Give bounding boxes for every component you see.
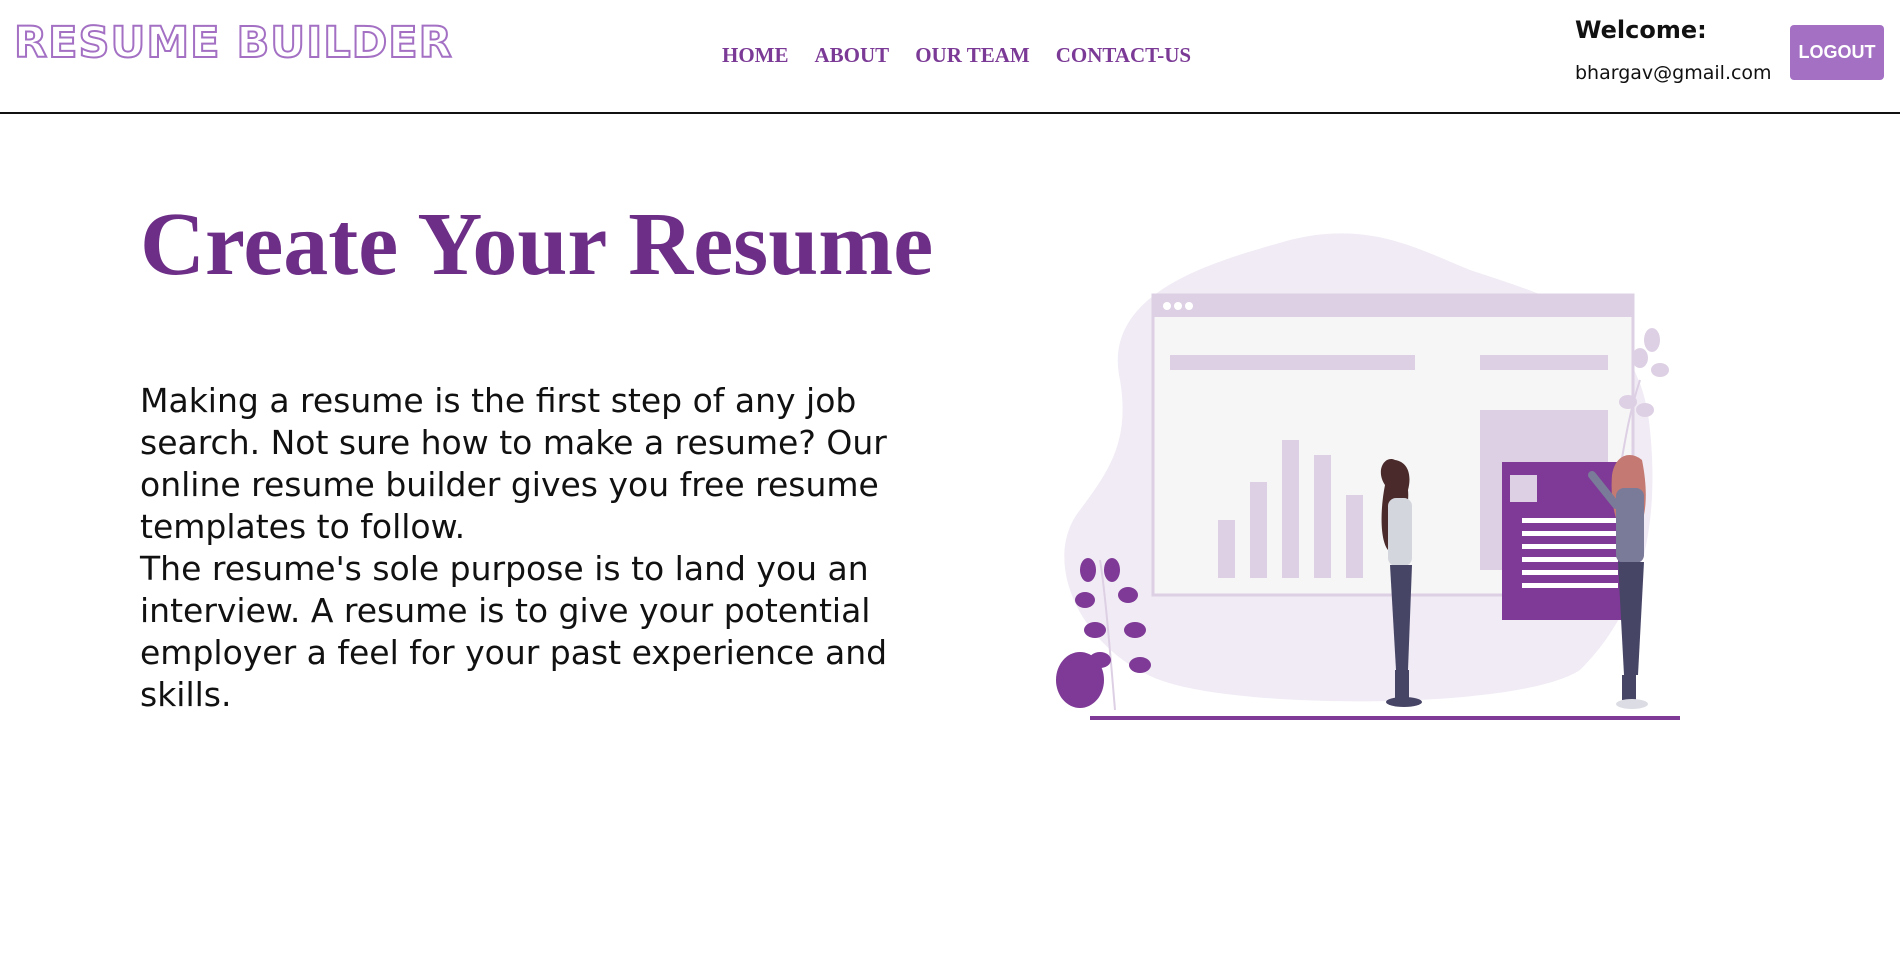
nav-contact-us-link[interactable]: CONTACT-US xyxy=(1056,43,1191,68)
nav-about-link[interactable]: ABOUT xyxy=(815,43,890,68)
resume-presentation-illustration xyxy=(1056,233,1680,720)
hero-description: Making a resume is the first step of any… xyxy=(140,380,900,716)
nav-home-link[interactable]: HOME xyxy=(722,43,789,68)
welcome-label: Welcome: xyxy=(1575,16,1707,44)
site-header: RESUME BUILDER HOME ABOUT OUR TEAM CONTA… xyxy=(0,0,1900,114)
hero-paragraph-2: The resume's sole purpose is to land you… xyxy=(140,549,888,714)
page: RESUME BUILDER HOME ABOUT OUR TEAM CONTA… xyxy=(0,0,1900,963)
logout-button[interactable]: LOGOUT xyxy=(1790,25,1884,80)
resume-document xyxy=(1502,462,1630,620)
hero-paragraph-1: Making a resume is the first step of any… xyxy=(140,381,887,546)
logo[interactable]: RESUME BUILDER xyxy=(13,21,453,66)
hero-title: Create Your Resume xyxy=(140,195,934,294)
nav-our-team-link[interactable]: OUR TEAM xyxy=(915,43,1030,68)
main-nav: HOME ABOUT OUR TEAM CONTACT-US xyxy=(722,43,1191,68)
user-email: bhargav@gmail.com xyxy=(1575,62,1772,84)
